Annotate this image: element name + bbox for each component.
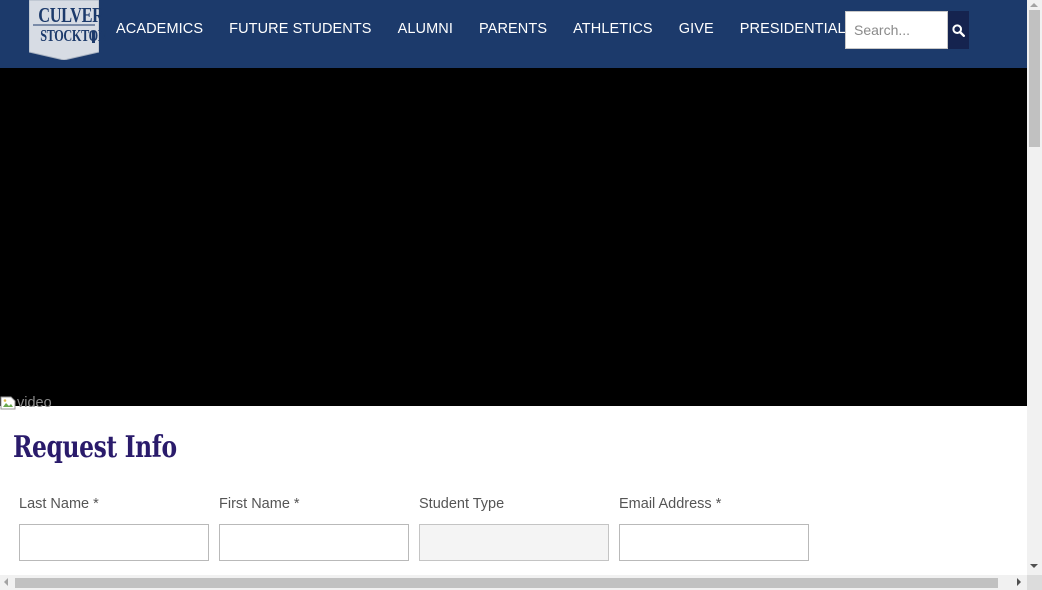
- nav-give[interactable]: GIVE: [679, 21, 714, 37]
- first-name-field[interactable]: [219, 524, 409, 561]
- scroll-left-icon[interactable]: [4, 578, 8, 586]
- nav-athletics[interactable]: ATHLETICS: [573, 21, 653, 37]
- hero-video[interactable]: [0, 68, 1027, 406]
- vertical-scrollbar[interactable]: [1027, 0, 1042, 575]
- scroll-right-icon[interactable]: [1017, 578, 1021, 586]
- student-type-label: Student Type: [419, 496, 505, 512]
- nav-alumni[interactable]: ALUMNI: [398, 21, 453, 37]
- logo-line-1: CULVER: [38, 3, 104, 27]
- student-type-field[interactable]: [419, 524, 609, 561]
- first-name-label: First Name *: [219, 496, 300, 512]
- page-viewport: CULVER STOCKTON ACADEMICS FUTURE STUDENT…: [0, 0, 1027, 575]
- image-alt-text: video: [17, 395, 52, 411]
- nav-academics[interactable]: ACADEMICS: [116, 21, 203, 37]
- broken-video-image: video: [0, 394, 52, 412]
- scroll-up-icon[interactable]: [1030, 3, 1038, 7]
- search-icon: [952, 23, 965, 37]
- scroll-down-icon[interactable]: [1030, 564, 1038, 568]
- horizontal-scroll-thumb[interactable]: [15, 578, 998, 588]
- college-logo[interactable]: CULVER STOCKTON: [29, 0, 107, 60]
- broken-image-icon: [0, 396, 16, 410]
- site-header: CULVER STOCKTON ACADEMICS FUTURE STUDENT…: [0, 0, 1027, 68]
- scrollbar-corner: [1027, 575, 1042, 590]
- last-name-label: Last Name *: [19, 496, 99, 512]
- search-button[interactable]: [948, 11, 969, 49]
- main-nav: ACADEMICS FUTURE STUDENTS ALUMNI PARENTS…: [116, 0, 910, 58]
- logo-line-2: STOCKTON: [40, 26, 107, 45]
- email-address-field[interactable]: [619, 524, 809, 561]
- email-address-label: Email Address *: [619, 496, 722, 512]
- last-name-field[interactable]: [19, 524, 209, 561]
- nav-future-students[interactable]: FUTURE STUDENTS: [229, 21, 371, 37]
- request-info-title: Request Info: [13, 430, 177, 465]
- nav-parents[interactable]: PARENTS: [479, 21, 547, 37]
- vertical-scroll-thumb[interactable]: [1029, 10, 1040, 147]
- horizontal-scrollbar[interactable]: [0, 575, 1027, 590]
- search-input[interactable]: [845, 11, 948, 49]
